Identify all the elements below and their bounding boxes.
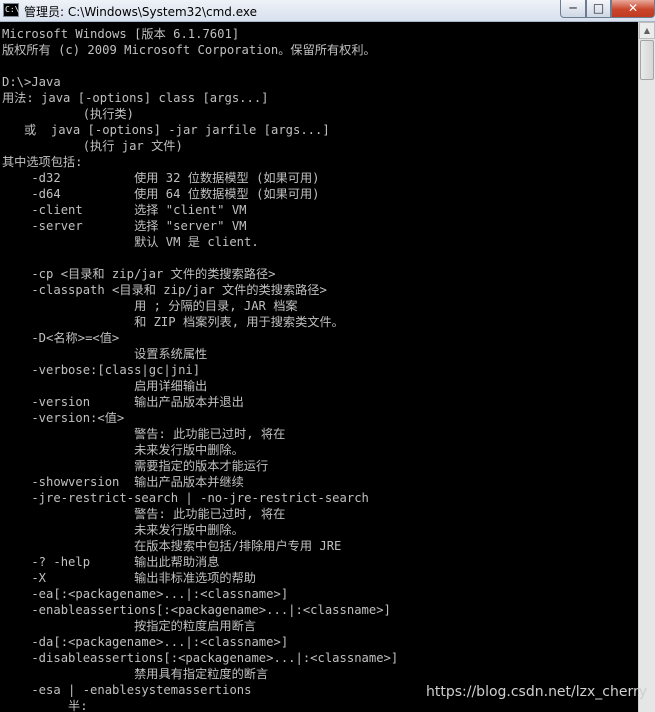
console-line: -d64 使用 64 位数据模型 (如果可用) [2,187,320,201]
console-line: -verbose:[class|gc|jni] [2,363,201,377]
minimize-button[interactable]: ─ [560,0,586,18]
console-line: 在版本搜索中包括/排除用户专用 JRE [2,539,342,553]
watermark-text: https://blog.csdn.net/lzx_cherry [426,684,648,700]
console-output[interactable]: Microsoft Windows [版本 6.1.7601] 版权所有 (c) … [0,22,638,712]
console-line: 或 java [-options] -jar jarfile [args...] [2,123,330,137]
console-line: 版权所有 (c) 2009 Microsoft Corporation。保留所有… [2,43,376,57]
vertical-scrollbar[interactable]: ▲ [638,22,655,712]
console-line: -server 选择 "server" VM [2,219,247,233]
close-icon: ✕ [627,1,639,15]
console-line: -showversion 输出产品版本并继续 [2,475,244,489]
console-line: (执行类) [2,107,134,121]
console-line: -d32 使用 32 位数据模型 (如果可用) [2,171,320,185]
console-line: D:\>Java [2,75,61,89]
console-line: -X 输出非标准选项的帮助 [2,571,256,585]
console-line: -da[:<packagename>...|:<classname>] [2,635,289,649]
console-line: 半: [2,699,88,712]
console-line: 需要指定的版本才能运行 [2,459,269,473]
maximize-icon: □ [592,1,605,15]
console-line: -esa | -enablesystemassertions [2,683,252,697]
console-line: 启用详细输出 [2,379,208,393]
console-line: -jre-restrict-search | -no-jre-restrict-… [2,491,369,505]
console-line: 用 ; 分隔的目录, JAR 档案 [2,299,298,313]
console-line: -D<名称>=<值> [2,331,120,345]
scrollbar-thumb[interactable] [640,40,654,80]
close-button[interactable]: ✕ [611,0,655,18]
console-line: -version 输出产品版本并退出 [2,395,244,409]
console-line: -enableassertions[:<packagename>...|:<cl… [2,603,391,617]
console-line: 设置系统属性 [2,347,208,361]
console-line: 和 ZIP 档案列表, 用于搜索类文件。 [2,315,344,329]
console-line: (执行 jar 文件) [2,139,183,153]
console-line: Microsoft Windows [版本 6.1.7601] [2,27,240,41]
console-line: -version:<值> [2,411,125,425]
console-line: 禁用具有指定粒度的断言 [2,667,269,681]
console-line: -disableassertions[:<packagename>...|:<c… [2,651,399,665]
console-line: 未来发行版中删除。 [2,443,244,457]
scroll-up-arrow-icon[interactable]: ▲ [639,22,655,39]
console-line: -client 选择 "client" VM [2,203,247,217]
cmd-icon[interactable]: C:\ [3,3,19,17]
console-line: 用法: java [-options] class [args...] [2,91,269,105]
window-title: 管理员: C:\Windows\System32\cmd.exe [24,5,257,19]
cmd-window: C:\ 管理员: C:\Windows\System32\cmd.exe ─ □… [0,0,655,712]
maximize-button[interactable]: □ [586,0,611,18]
console-line: 默认 VM 是 client. [2,235,259,249]
console-line: -cp <目录和 zip/jar 文件的类搜索路径> [2,267,276,281]
console-line: -ea[:<packagename>...|:<classname>] [2,587,289,601]
console-line: 警告: 此功能已过时, 将在 [2,427,286,441]
console-line: -? -help 输出此帮助消息 [2,555,220,569]
console-line: 按指定的粒度启用断言 [2,619,256,633]
console-line: 警告: 此功能已过时, 将在 [2,507,286,521]
console-line: 其中选项包括: [2,155,83,169]
console-line: 未来发行版中删除。 [2,523,244,537]
title-bar[interactable]: C:\ 管理员: C:\Windows\System32\cmd.exe ─ □… [0,0,655,22]
minimize-icon: ─ [569,1,577,15]
console-line: -classpath <目录和 zip/jar 文件的类搜索路径> [2,283,327,297]
